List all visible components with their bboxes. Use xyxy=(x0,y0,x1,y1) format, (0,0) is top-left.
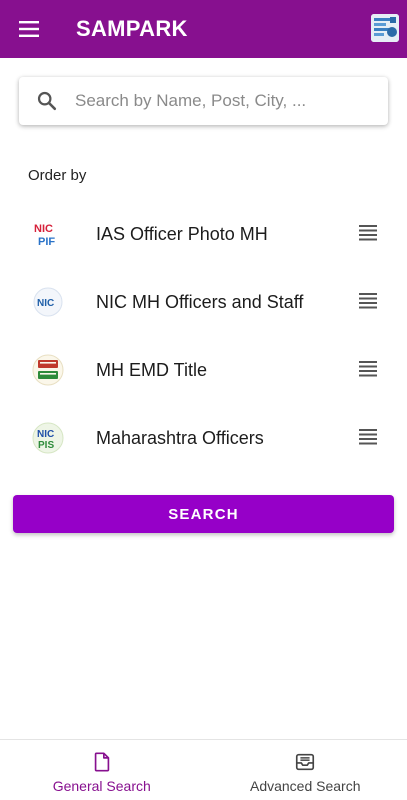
hamburger-menu-icon xyxy=(19,21,39,37)
list-item[interactable]: MH EMD Title xyxy=(0,336,407,404)
list-item[interactable]: NIC NIC MH Officers and Staff xyxy=(0,268,407,336)
search-bar[interactable] xyxy=(19,77,388,125)
order-by-label: Order by xyxy=(28,167,87,184)
document-icon xyxy=(94,752,109,772)
search-icon xyxy=(19,77,75,125)
svg-text:PIS: PIS xyxy=(38,440,54,451)
drag-handle-icon[interactable] xyxy=(357,428,379,446)
app-title: SAMPARK xyxy=(76,16,188,41)
list-item-label: IAS Officer Photo MH xyxy=(96,223,268,244)
svg-text:NIC: NIC xyxy=(34,223,53,235)
nav-label: General Search xyxy=(52,778,151,794)
list-item[interactable]: NIC PIS Maharashtra Officers xyxy=(0,404,407,472)
drag-handle-icon[interactable] xyxy=(357,292,379,310)
nav-label: Advanced Search xyxy=(249,778,361,794)
nic-logo-icon: NIC xyxy=(32,286,64,318)
mahapar-logo-icon xyxy=(32,354,64,386)
svg-text:PIF: PIF xyxy=(38,236,55,248)
menu-button[interactable] xyxy=(0,0,60,58)
drag-handle-icon[interactable] xyxy=(357,360,379,378)
list-item-label: Maharashtra Officers xyxy=(96,427,264,448)
sampark-logo-icon[interactable] xyxy=(371,14,399,42)
nic-pis-logo-icon: NIC PIS xyxy=(32,422,64,454)
bottom-navigation: General Search Advanced Search xyxy=(0,739,407,800)
search-input[interactable] xyxy=(75,81,365,121)
svg-text:NIC: NIC xyxy=(37,429,54,440)
nic-pif-logo-icon: NIC PIF xyxy=(32,218,64,250)
nav-general-search[interactable]: General Search xyxy=(0,740,204,800)
drag-handle-icon[interactable] xyxy=(357,224,379,242)
source-list: NIC PIF IAS Officer Photo MH NIC NIC MH … xyxy=(0,200,407,472)
app-bar: SAMPARK xyxy=(0,0,407,58)
list-item[interactable]: NIC PIF IAS Officer Photo MH xyxy=(0,200,407,268)
svg-text:NIC: NIC xyxy=(37,298,54,309)
list-item-label: NIC MH Officers and Staff xyxy=(96,291,304,312)
inbox-tray-icon xyxy=(296,753,315,771)
list-item-label: MH EMD Title xyxy=(96,359,208,380)
search-button[interactable]: SEARCH xyxy=(13,495,394,533)
nav-advanced-search[interactable]: Advanced Search xyxy=(204,740,407,800)
